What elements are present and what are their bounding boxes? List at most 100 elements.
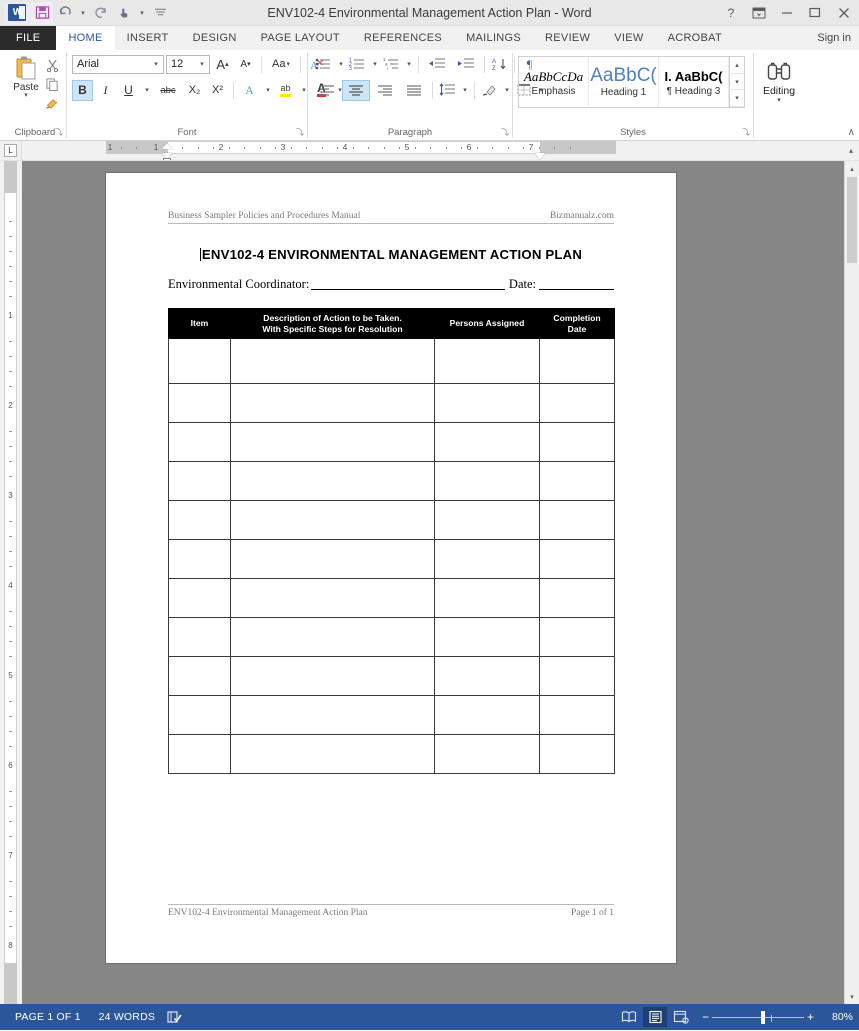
copy-icon[interactable] [43,76,61,92]
cell-item[interactable] [168,500,231,540]
ribbon-display-options-button[interactable] [745,0,773,26]
cell-date[interactable] [539,578,615,618]
font-name-combo[interactable]: Arial ▾ [72,54,164,74]
table-row[interactable] [168,383,615,423]
style-item-heading-3[interactable]: I. AaBbC( ¶ Heading 3 [659,57,729,107]
styles-dialog-launcher[interactable]: ⤵ [742,127,750,138]
cell-description[interactable] [230,539,435,579]
redo-icon[interactable] [90,2,112,24]
cut-icon[interactable] [43,57,61,73]
line-spacing-icon[interactable] [437,80,458,101]
multilevel-list-icon[interactable]: 1ai [381,54,402,75]
save-icon[interactable] [31,1,53,24]
document-title[interactable]: ENV102-4 ENVIRONMENTAL MANAGEMENT ACTION… [106,247,676,262]
cell-description[interactable] [230,578,435,618]
undo-icon[interactable] [54,2,76,24]
document-canvas[interactable]: Business Sampler Policies and Procedures… [22,161,844,1004]
cell-date[interactable] [539,539,615,579]
bullets-caret-icon[interactable]: ▾ [335,54,346,75]
zoom-out-button[interactable]: − [699,1010,712,1024]
sign-in-link[interactable]: Sign in [817,26,859,50]
font-name-chevron-down-icon[interactable]: ▾ [149,60,163,68]
cell-persons[interactable] [434,617,540,657]
tab-mailings[interactable]: MAILINGS [454,26,533,50]
table-row[interactable] [168,578,615,618]
touch-mouse-mode-icon[interactable] [113,2,135,24]
zoom-slider[interactable]: − + [699,1010,817,1024]
tab-home[interactable]: HOME [56,26,115,50]
text-highlight-icon[interactable]: ab [275,80,296,101]
font-size-chevron-down-icon[interactable]: ▾ [195,60,209,68]
cell-date[interactable] [539,656,615,696]
cell-description[interactable] [230,461,435,501]
paragraph-dialog-launcher[interactable]: ⤵ [501,127,509,138]
cell-date[interactable] [539,695,615,735]
help-button[interactable]: ? [717,0,745,26]
table-row[interactable] [168,500,615,540]
numbering-icon[interactable]: 123 [347,54,368,75]
change-case-icon[interactable]: Aa ▾ [267,54,295,75]
clipboard-dialog-launcher[interactable]: ⤵ [55,127,63,138]
cell-item[interactable] [168,578,231,618]
align-right-button[interactable] [371,80,399,101]
strikethrough-button[interactable]: abc [154,80,182,101]
cell-description[interactable] [230,656,435,696]
scrollbar-thumb[interactable] [847,177,857,263]
zoom-slider-thumb[interactable] [761,1010,765,1024]
cell-persons[interactable] [434,338,540,384]
cell-date[interactable] [539,422,615,462]
document-footer[interactable]: ENV102-4 Environmental Management Action… [168,904,614,918]
tab-view[interactable]: VIEW [602,26,655,50]
shading-icon[interactable] [479,80,500,101]
cell-description[interactable] [230,383,435,423]
scroll-up-icon[interactable]: ▴ [845,161,859,176]
cell-persons[interactable] [434,461,540,501]
underline-button[interactable]: U [118,80,139,101]
cell-date[interactable] [539,500,615,540]
cell-description[interactable] [230,500,435,540]
cell-item[interactable] [168,617,231,657]
cell-date[interactable] [539,461,615,501]
table-header-description[interactable]: Description of Action to be Taken. With S… [230,308,435,339]
cell-persons[interactable] [434,539,540,579]
horizontal-ruler[interactable]: 1 1 2 3 4 5 6 7 [22,141,843,160]
table-row[interactable] [168,338,615,384]
minimize-button[interactable] [773,0,801,26]
italic-button[interactable]: I [95,80,116,101]
cell-date[interactable] [539,617,615,657]
format-painter-icon[interactable] [43,95,61,111]
table-row[interactable] [168,617,615,657]
cell-persons[interactable] [434,695,540,735]
align-left-button[interactable] [313,80,341,101]
read-mode-button[interactable] [617,1007,641,1027]
sort-icon[interactable]: AZ [489,54,510,75]
cell-date[interactable] [539,338,615,384]
table-row[interactable] [168,461,615,501]
zoom-level-value[interactable]: 80% [823,1011,853,1023]
tab-stop-selector[interactable]: L [0,141,22,160]
bullets-icon[interactable] [313,54,334,75]
text-effects-caret-icon[interactable]: ▾ [262,80,273,101]
cell-description[interactable] [230,695,435,735]
ruler-scroll-up-icon[interactable]: ▴ [843,141,859,160]
customize-qat-icon[interactable] [149,2,171,24]
undo-caret-icon[interactable]: ▾ [77,2,89,24]
cell-persons[interactable] [434,734,540,774]
styles-scroll[interactable]: ▴ ▾ ▾ [729,57,744,108]
page-count-status[interactable]: PAGE 1 OF 1 [6,1011,90,1023]
cell-persons[interactable] [434,656,540,696]
justify-button[interactable] [400,80,428,101]
table-header-completion-date[interactable]: Completion Date [539,308,615,339]
font-dialog-launcher[interactable]: ⤵ [296,127,304,138]
tab-file[interactable]: FILE [0,26,57,50]
numbering-caret-icon[interactable]: ▾ [369,54,380,75]
touch-mode-caret-icon[interactable]: ▾ [136,2,148,24]
cell-persons[interactable] [434,383,540,423]
web-layout-button[interactable] [669,1007,693,1027]
vertical-scrollbar[interactable]: ▴ ▾ [844,161,859,1004]
editing-button[interactable]: Editing ▾ [759,58,799,104]
tab-acrobat[interactable]: ACROBAT [656,26,734,50]
cell-persons[interactable] [434,578,540,618]
shrink-font-icon[interactable]: A ▾ [235,54,256,75]
tab-insert[interactable]: INSERT [115,26,181,50]
